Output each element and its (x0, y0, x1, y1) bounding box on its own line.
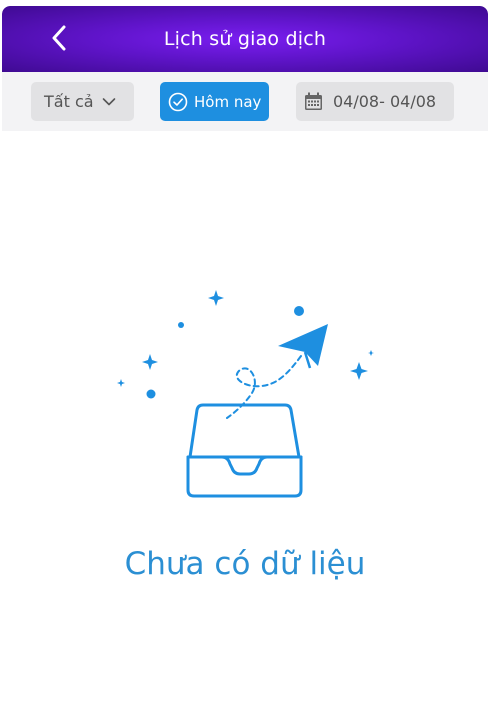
filter-today-label: Hôm nay (194, 92, 262, 111)
filter-all-dropdown[interactable]: Tất cả (31, 82, 134, 121)
date-range-label: 04/08- 04/08 (333, 92, 437, 111)
app-frame: Lịch sử giao dịch Tất cả Hôm nay 04/08- … (2, 6, 488, 722)
chevron-down-icon (102, 97, 116, 107)
calendar-icon (304, 92, 323, 111)
filter-all-label: Tất cả (44, 92, 94, 111)
empty-tray-illustration (117, 290, 374, 498)
date-range-picker[interactable]: 04/08- 04/08 (296, 82, 454, 121)
empty-state-message: Chưa có dữ liệu (124, 546, 366, 582)
filter-today-button[interactable]: Hôm nay (160, 82, 269, 121)
header-bar: Lịch sử giao dịch (2, 6, 488, 72)
page-title: Lịch sử giao dịch (163, 28, 327, 50)
check-circle-icon (168, 92, 188, 112)
filter-bar: Tất cả Hôm nay 04/08- 04/08 (2, 72, 488, 131)
